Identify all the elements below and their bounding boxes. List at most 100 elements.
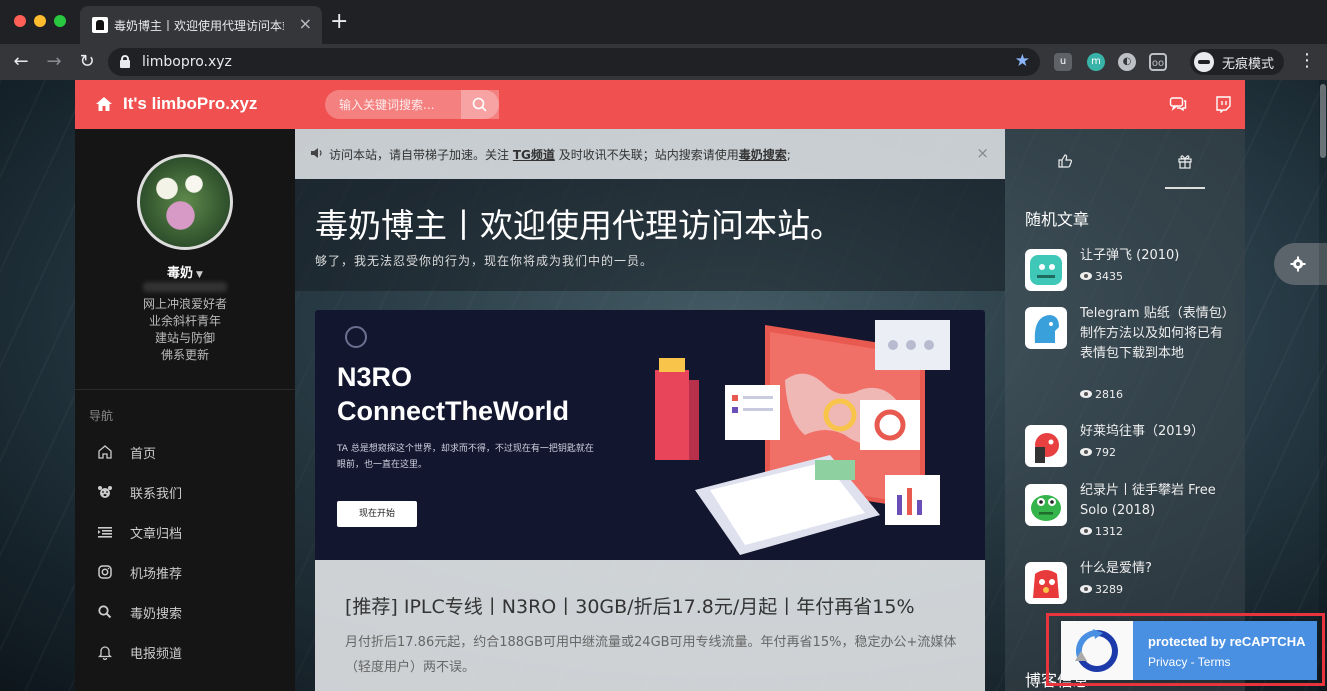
s-extension-icon[interactable]: ◐ [1118,53,1136,71]
view-count-value: 3289 [1095,583,1123,596]
eye-icon [1080,272,1092,280]
article-title[interactable]: Telegram 贴纸（表情包）制作方法以及如何将已有表情包下载到本地 [1080,304,1230,364]
view-count-value: 2816 [1095,388,1123,401]
author-name-dropdown[interactable]: 毒奶 ▼ [75,262,295,281]
article-title[interactable]: 纪录片丨徒手攀岩 Free Solo (2018) [1080,481,1230,521]
window-maximize-button[interactable] [54,15,66,27]
site-header: It's limboPro.xyz [75,80,1245,129]
site-brand[interactable]: It's limboPro.xyz [123,94,257,114]
back-icon[interactable]: ← [8,49,34,75]
banner-title-line1: N3RO [337,362,413,392]
browser-toolbar: ← → ↻ limbopro.xyz ★ u m ◐ oo 无痕模式 ⋮ [0,44,1327,80]
nav-item-telegram[interactable]: 电报频道 [75,632,295,672]
home-icon[interactable] [95,95,113,113]
article-thumbnail[interactable] [1025,307,1067,349]
tab-title: 毒奶博主丨欢迎使用代理访问本站 [114,19,284,33]
nav-item-label: 毒奶搜索 [130,607,183,622]
page-title: 毒奶博主丨欢迎使用代理访问本站。 [315,206,843,245]
article-thumbnail[interactable] [1025,249,1067,291]
search-icon [472,97,487,112]
eye-icon [1080,448,1092,456]
window-close-button[interactable] [14,15,26,27]
avatar[interactable] [137,154,233,250]
nav-item-label: 电报频道 [130,647,183,662]
nav-item-label: 文章归档 [130,527,183,542]
incognito-icon [1194,52,1214,72]
view-count-value: 3435 [1095,270,1123,283]
banner-start-button[interactable]: 现在开始 [337,501,417,527]
sidebar-divider [75,389,295,390]
circle-icon [345,326,367,348]
article-thumbnail[interactable] [1025,562,1067,604]
browser-menu-icon[interactable]: ⋮ [1298,50,1316,71]
notice-text-part: ; [786,148,791,162]
notice-text-part: 访问本站，请自带梯子加速。关注 [329,148,510,162]
site-search-button[interactable] [461,90,499,119]
nav-item-contact[interactable]: 联系我们 [75,472,295,512]
author-bio: 网上冲浪爱好者 业余斜杆青年 建站与防御 佛系更新 [75,296,295,364]
tab-close-button[interactable]: × [299,14,312,33]
notice-text-part: 及时收讯不失联；站内搜索请使用 [558,148,739,162]
m-extension-icon[interactable]: m [1087,53,1105,71]
bio-line: 佛系更新 [160,348,209,362]
view-count: 2816 [1080,388,1123,401]
right-sidebar: 随机文章 让子弹飞 (2010) 3435 Telegram 贴纸（表情包）制作… [1005,129,1245,691]
banner-illustration [655,320,950,555]
address-bar[interactable]: limbopro.xyz ★ [108,48,1040,76]
search-link[interactable]: 毒奶搜索 [739,148,787,162]
bio-line: 建站与防御 [154,331,215,345]
post-title[interactable]: [推荐] IPLC专线丨N3RO丨30GB/折后17.8元/月起丨年付再省15% [345,592,965,619]
nav-item-search[interactable]: 毒奶搜索 [75,592,295,632]
tab-random[interactable] [1165,149,1205,189]
page-scrollbar[interactable] [1319,80,1327,691]
chat-icon[interactable] [1169,95,1187,113]
incognito-label: 无痕模式 [1222,57,1275,72]
article-thumbnail[interactable] [1025,484,1067,526]
notice-close-icon[interactable]: × [976,144,989,162]
page-viewport: It's limboPro.xyz 毒奶▼ 网上冲浪爱好者 业余斜杆青年 建站与… [0,80,1327,691]
recaptcha-badge[interactable]: protected by reCAPTCHA Privacy - Terms [1061,621,1317,680]
incognito-indicator[interactable]: 无痕模式 [1190,49,1284,75]
bookmark-star-icon[interactable]: ★ [1015,51,1030,71]
bio-line: 业余斜杆青年 [148,314,221,328]
nav-item-airport[interactable]: 机场推荐 [75,552,295,592]
site-favicon-icon [92,17,108,33]
home-icon [98,445,112,459]
post-card[interactable]: [推荐] IPLC专线丨N3RO丨30GB/折后17.8元/月起丨年付再省15%… [315,560,985,691]
url-text[interactable]: limbopro.xyz [142,54,232,70]
new-tab-button[interactable]: + [330,11,348,33]
nav-section-label: 导航 [89,409,114,423]
recaptcha-privacy-terms-link[interactable]: Privacy - Terms [1148,655,1230,669]
gift-icon [1178,155,1192,169]
post-excerpt: 月付折后17.86元起，约合188GB可用中继流量或24GB可用专线流量。年付再… [345,635,957,675]
featured-banner[interactable]: N3RO ConnectTheWorld TA 总是想窥探这个世界，却求而不得，… [315,310,985,560]
notice-text: 访问本站，请自带梯子加速。关注 TG频道 及时收讯不失联；站内搜索请使用毒奶搜索… [329,146,791,163]
article-thumbnail[interactable] [1025,425,1067,467]
reload-icon[interactable]: ↻ [74,49,100,75]
window-minimize-button[interactable] [34,15,46,27]
c-extension-icon[interactable]: oo [1149,53,1167,71]
bear-icon [98,486,112,498]
ublock-extension-icon[interactable]: u [1054,53,1072,71]
forward-icon[interactable]: → [41,49,67,75]
nav-item-archive[interactable]: 文章归档 [75,512,295,552]
article-title[interactable]: 让子弹飞 (2010) [1080,246,1230,266]
lock-icon[interactable] [120,55,130,68]
scrollbar-thumb[interactable] [1320,84,1326,158]
article-title[interactable]: 好莱坞往事（2019） [1080,422,1230,442]
tg-channel-link[interactable]: TG频道 [513,148,555,162]
nav-item-label: 首页 [130,447,157,462]
list-icon [98,527,112,538]
chevron-down-icon: ▼ [196,270,203,280]
article-title[interactable]: 什么是爱情? [1080,559,1230,579]
browser-tab[interactable]: 毒奶博主丨欢迎使用代理访问本站 × [80,6,322,44]
nav-item-label: 联系我们 [130,487,183,502]
tab-popular[interactable] [1045,149,1085,189]
twitch-icon[interactable] [1214,95,1232,113]
banner-description: TA 总是想窥探这个世界，却求而不得，不过现在有一把钥匙就在眼前，也一直在这里。 [337,444,594,470]
speaker-icon [311,148,322,158]
view-count: 792 [1080,446,1116,459]
nav-item-home[interactable]: 首页 [75,432,295,472]
random-articles-title: 随机文章 [1025,210,1090,229]
gear-icon [1290,256,1306,272]
